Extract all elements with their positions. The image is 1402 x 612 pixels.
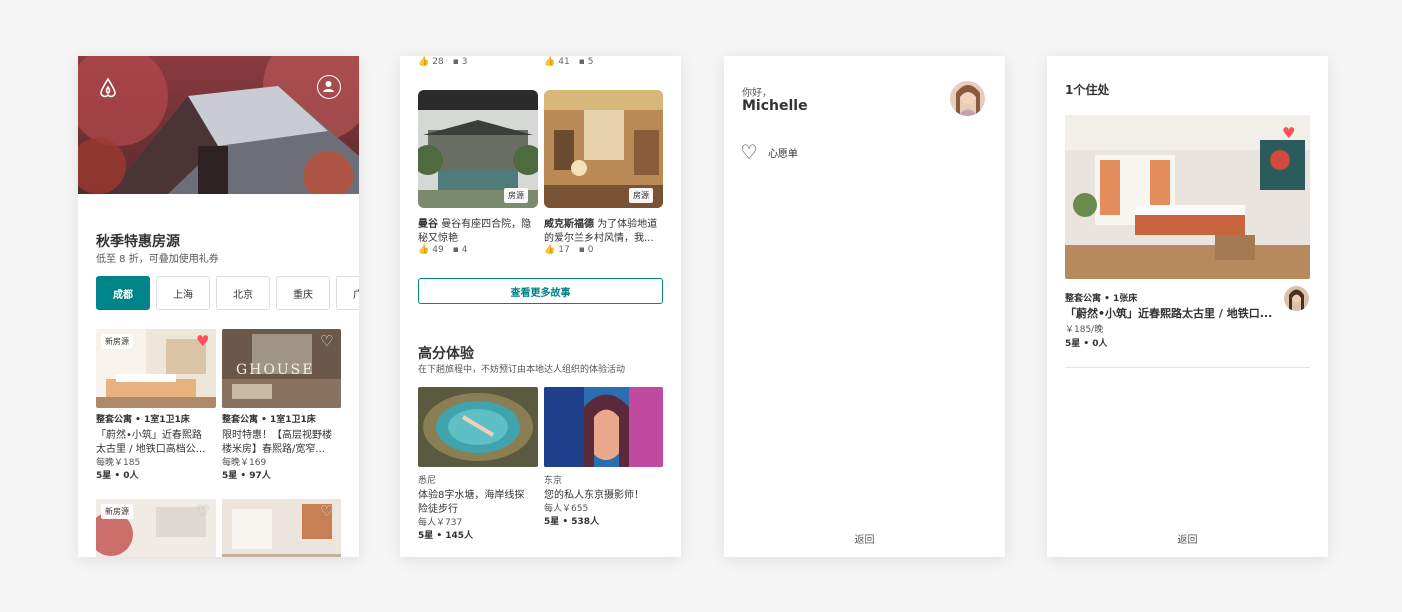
listing-rating: 5星 • 0人: [1065, 339, 1108, 349]
story-caption-line1: 曼谷 曼谷有座四合院，隐: [418, 215, 538, 230]
wishlist-screen: 1个住处 ♥ 整套公寓 • 1张床 「蔚然•小筑」近春熙路太古里 / 地铁口..…: [1047, 56, 1328, 557]
experience-city: 东京: [544, 476, 563, 486]
comment-count: 3: [461, 57, 468, 67]
thumbs-up-icon[interactable]: 👍: [544, 57, 555, 67]
thumbs-up-icon[interactable]: 👍: [418, 57, 429, 67]
experience-title-line1: 您的私人东京摄影师！: [544, 490, 644, 501]
comment-icon[interactable]: ▪: [453, 57, 459, 67]
city-chip-beijing[interactable]: 北京: [216, 276, 270, 310]
user-icon: [323, 81, 334, 92]
greeting: 你好，: [742, 88, 772, 99]
like-count: 41: [558, 57, 570, 67]
experience-title-line1: 体验8字水塘，海岸线探: [418, 490, 525, 501]
host-avatar[interactable]: [1284, 286, 1309, 311]
heart-outline-icon[interactable]: ♡: [320, 334, 333, 349]
story-stats: 👍 41 ▪ 5: [544, 57, 594, 67]
thumbs-up-icon[interactable]: 👍: [544, 245, 555, 255]
experience-rating: 5星 • 538人: [544, 517, 600, 527]
avatar[interactable]: [950, 81, 985, 116]
thumbs-up-icon[interactable]: 👍: [418, 245, 429, 255]
comment-icon[interactable]: ▪: [453, 245, 459, 255]
experience-price: 每人￥737: [418, 518, 463, 528]
listing-price: ￥185/晚: [1065, 325, 1104, 335]
home-screen: 秋季特惠房源 低至 8 折，可叠加使用礼券 成都 上海 北京 重庆 广 新房源 …: [78, 56, 359, 557]
section-subtitle: 低至 8 折，可叠加使用礼券: [96, 254, 219, 265]
wishlist-label: 心愿单: [767, 148, 798, 160]
listing-rating: 5星 • 97人: [222, 471, 271, 481]
comment-count: 0: [587, 245, 594, 255]
listing-title-line1: 「蔚然•小筑」近春熙路: [96, 430, 202, 441]
experience-city: 悉尼: [418, 476, 437, 486]
listing-title-line2: 太古里 / 地铁口高档公...: [96, 444, 206, 455]
back-button[interactable]: 返回: [1047, 531, 1328, 546]
story-stats: 👍 17 ▪ 0: [544, 245, 594, 255]
city-chip-chongqing[interactable]: 重庆: [276, 276, 330, 310]
new-listing-badge: 新房源: [101, 504, 133, 519]
stories-screen: 👍 28 ▪ 3 👍 41 ▪ 5 房源 曼谷 曼谷有座四合院，隐 秘又惊艳 👍 49 ▪…: [400, 56, 681, 557]
like-count: 49: [432, 245, 444, 255]
listing-type: 整套公寓 • 1室1卫1床: [96, 415, 190, 425]
story-tag: 房源: [504, 188, 528, 203]
experience-photo[interactable]: [544, 387, 663, 467]
saved-listing-photo[interactable]: [1065, 115, 1310, 279]
wishlist-count-title: 1个住处: [1065, 83, 1110, 97]
story-tag: 房源: [629, 188, 653, 203]
experience-photo[interactable]: [418, 387, 538, 467]
listing-type: 整套公寓 • 1室1卫1床: [222, 415, 316, 425]
experience-price: 每人￥655: [544, 504, 589, 514]
comment-count: 5: [587, 57, 594, 67]
listing-title-line1: 限时特惠！【高层视野楼: [222, 430, 332, 441]
story-caption-line2: 的爱尔兰乡村风情，我...: [544, 233, 654, 244]
profile-button[interactable]: [317, 75, 341, 99]
city-chip-guangzhou[interactable]: 广: [336, 276, 359, 310]
heart-outline-icon: ♡: [740, 140, 758, 164]
hero-banner: [78, 56, 359, 194]
like-count: 17: [558, 245, 570, 255]
wishlist-item[interactable]: ♡ 心愿单: [740, 142, 860, 162]
city-chip-chengdu[interactable]: 成都: [96, 276, 150, 310]
comment-count: 4: [461, 245, 468, 255]
airbnb-logo-icon[interactable]: [96, 76, 120, 100]
listing-title-line2: 楼米房】春熙路/宽窄...: [222, 444, 325, 455]
back-button[interactable]: 返回: [724, 531, 1005, 546]
experience-title-line2: 险徒步行: [418, 504, 458, 515]
story-stats: 👍 49 ▪ 4: [418, 245, 468, 255]
city-chip-shanghai[interactable]: 上海: [156, 276, 210, 310]
comment-icon[interactable]: ▪: [579, 245, 585, 255]
listing-type: 整套公寓 • 1张床: [1065, 294, 1138, 304]
like-count: 28: [432, 57, 444, 67]
comment-icon[interactable]: ▪: [579, 57, 585, 67]
user-name: Michelle: [742, 98, 808, 114]
story-stats: 👍 28 ▪ 3: [418, 57, 468, 67]
divider: [1065, 367, 1310, 368]
svg-text:GHOUSE: GHOUSE: [236, 362, 314, 378]
heart-icon[interactable]: ♥: [196, 334, 209, 349]
heart-outline-icon[interactable]: ♡: [196, 504, 209, 519]
experiences-title: 高分体验: [418, 346, 474, 362]
heart-icon[interactable]: ♥: [1282, 126, 1295, 141]
listing-price: 每晚￥185: [96, 458, 141, 468]
experiences-subtitle: 在下趟旅程中，不妨预订由本地达人组织的体验活动: [418, 365, 626, 375]
listing-price: 每晚￥169: [222, 458, 267, 468]
section-title: 秋季特惠房源: [96, 234, 180, 250]
experience-rating: 5星 • 145人: [418, 531, 474, 541]
story-caption-line1: 威克斯福德 为了体验地道: [544, 215, 663, 230]
heart-outline-icon[interactable]: ♡: [320, 504, 333, 519]
listing-rating: 5星 • 0人: [96, 471, 139, 481]
listing-title: 「蔚然•小筑」近春熙路太古里 / 地铁口...: [1065, 307, 1273, 320]
new-listing-badge: 新房源: [101, 334, 133, 349]
profile-menu-screen: 你好， Michelle ♡ 心愿单 返回: [724, 56, 1005, 557]
more-stories-button[interactable]: 查看更多故事: [418, 278, 663, 304]
story-caption-line2: 秘又惊艳: [418, 233, 458, 244]
